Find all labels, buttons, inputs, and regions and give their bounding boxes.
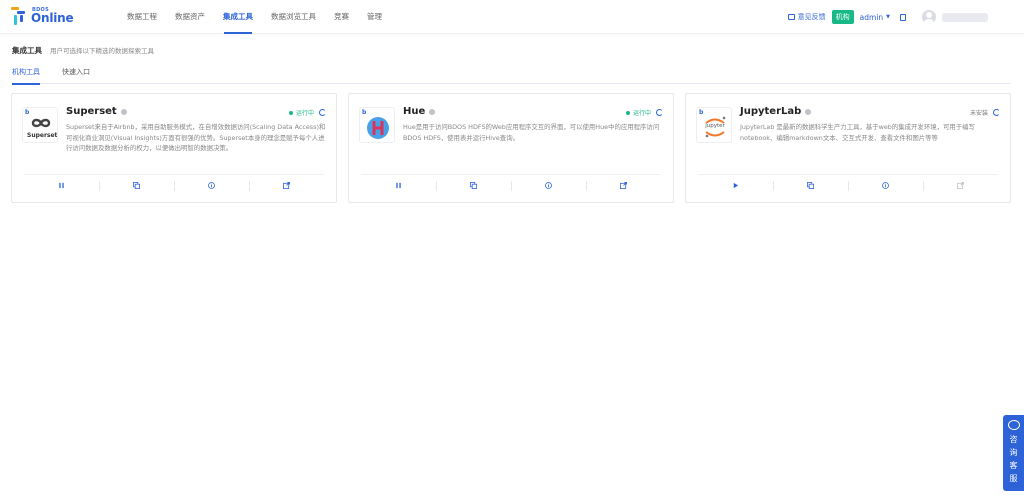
nav-data-assets[interactable]: 数据资产 — [166, 0, 214, 34]
card-actions — [24, 174, 324, 196]
play-icon — [733, 182, 739, 189]
logo-big-text: Online — [31, 11, 74, 25]
feedback-label: 意见反馈 — [797, 13, 826, 21]
nav-data-browser-tools[interactable]: 数据浏览工具 — [262, 0, 325, 34]
open-external-icon — [620, 182, 627, 189]
document-icon[interactable] — [900, 13, 906, 21]
card-title-text: Superset — [66, 106, 117, 117]
open-external-icon — [283, 182, 290, 189]
page-description: 用户可选择以下精选的数据探索工具 — [50, 47, 154, 55]
copy-button[interactable] — [773, 175, 848, 196]
status-badge: 未安装 — [970, 108, 1000, 117]
card-title: Hue — [403, 106, 436, 117]
info-button[interactable] — [848, 175, 923, 196]
superset-logo-text: Superset — [27, 132, 58, 139]
refresh-icon[interactable] — [319, 109, 326, 116]
nav-management[interactable]: 管理 — [358, 0, 391, 34]
card-actions — [361, 174, 661, 196]
pause-icon — [59, 182, 64, 189]
tool-card-list: b Superset Superset 运行中 Superset来自于Airbn… — [11, 93, 1011, 203]
status-text: 运行中 — [295, 110, 314, 117]
card-title-text: Hue — [403, 106, 426, 117]
customer-service-button[interactable]: 咨询客服 — [1003, 415, 1024, 491]
card-actions — [698, 174, 998, 196]
open-external-icon — [957, 182, 964, 189]
start-button[interactable] — [698, 175, 773, 196]
copy-icon — [470, 182, 477, 189]
copy-icon — [807, 182, 814, 189]
feedback-icon — [787, 14, 795, 20]
status-indicator-dot — [805, 108, 812, 115]
jupyter-logo-text: jupyter — [705, 123, 725, 129]
tab-org-tools[interactable]: 机构工具 — [12, 66, 40, 85]
hue-h-icon — [367, 117, 389, 139]
info-icon — [208, 182, 215, 189]
page-header: 集成工具 用户可选择以下精选的数据探索工具 — [12, 45, 154, 56]
refresh-icon[interactable] — [656, 109, 663, 116]
header-right-tools: 意见反馈 机构 admin ▼ — [787, 0, 988, 34]
card-description: Superset来自于Airbnb，采用自助服务模式，在自增效数据访问(Scal… — [66, 123, 326, 152]
app-logo[interactable]: BDOS Online — [10, 5, 74, 29]
username: admin — [859, 12, 884, 22]
status-text: 未安装 — [969, 110, 988, 117]
status-badge: 运行中 — [288, 108, 326, 117]
blurred-account-name — [942, 12, 988, 22]
tab-quick-entry[interactable]: 快速入口 — [62, 66, 90, 84]
copy-button[interactable] — [99, 175, 174, 196]
nav-competition[interactable]: 竞赛 — [325, 0, 358, 34]
feedback-button[interactable]: 意见反馈 — [787, 12, 826, 22]
tool-card-hue: b Hue 运行中 Hue是用于访问BDOS HDFS的Web应用程序交互的界面… — [348, 93, 674, 203]
jupyter-logo: b jupyter — [696, 107, 732, 143]
nav-integration-tools[interactable]: 集成工具 — [214, 0, 262, 34]
card-title-text: JupyterLab — [740, 106, 802, 117]
status-indicator-dot — [120, 108, 127, 115]
open-external-button[interactable] — [249, 175, 324, 196]
superset-logo: b Superset — [22, 107, 58, 143]
copy-button[interactable] — [436, 175, 511, 196]
info-icon — [545, 182, 552, 189]
pause-icon — [396, 182, 401, 189]
info-icon — [882, 182, 889, 189]
main-nav: 数据工程 数据资产 集成工具 数据浏览工具 竞赛 管理 — [118, 0, 391, 34]
hue-logo: b — [359, 107, 395, 143]
pause-button[interactable] — [361, 175, 436, 196]
tool-card-superset: b Superset Superset 运行中 Superset来自于Airbn… — [11, 93, 337, 203]
running-dot-icon — [288, 110, 293, 115]
user-menu[interactable]: admin ▼ — [860, 13, 890, 22]
tool-tabs: 机构工具 快速入口 — [12, 66, 1010, 85]
status-badge: 运行中 — [625, 108, 663, 117]
tool-card-jupyterlab: b jupyter JupyterLab 未安装 JupyterLab 是最新的… — [685, 93, 1011, 203]
nav-data-engineering[interactable]: 数据工程 — [118, 0, 166, 34]
page-title: 集成工具 — [12, 46, 42, 55]
card-title: Superset — [66, 106, 127, 117]
pause-button[interactable] — [24, 175, 99, 196]
refresh-icon[interactable] — [993, 109, 1000, 116]
status-indicator-dot — [429, 108, 436, 115]
info-button[interactable] — [174, 175, 249, 196]
running-dot-icon — [625, 110, 630, 115]
chat-bubble-icon — [1007, 420, 1020, 430]
card-description: Hue是用于访问BDOS HDFS的Web应用程序交互的界面，可以使用Hue中的… — [403, 123, 660, 142]
org-badge[interactable]: 机构 — [831, 10, 854, 24]
avatar[interactable] — [922, 10, 936, 24]
open-external-button[interactable] — [923, 175, 998, 196]
customer-service-label: 咨询客服 — [1009, 435, 1018, 483]
bdos-logo-icon — [11, 7, 25, 25]
card-description: JupyterLab 是最新的数据科学生产力工具，基于web的集成开发环境，可用… — [740, 123, 975, 142]
card-title: JupyterLab — [740, 106, 812, 117]
info-button[interactable] — [511, 175, 586, 196]
status-text: 运行中 — [632, 110, 651, 117]
open-external-button[interactable] — [586, 175, 661, 196]
copy-icon — [133, 182, 140, 189]
chevron-down-icon: ▼ — [886, 14, 890, 20]
top-navigation-bar: BDOS Online 数据工程 数据资产 集成工具 数据浏览工具 竞赛 管理 … — [0, 0, 1024, 34]
